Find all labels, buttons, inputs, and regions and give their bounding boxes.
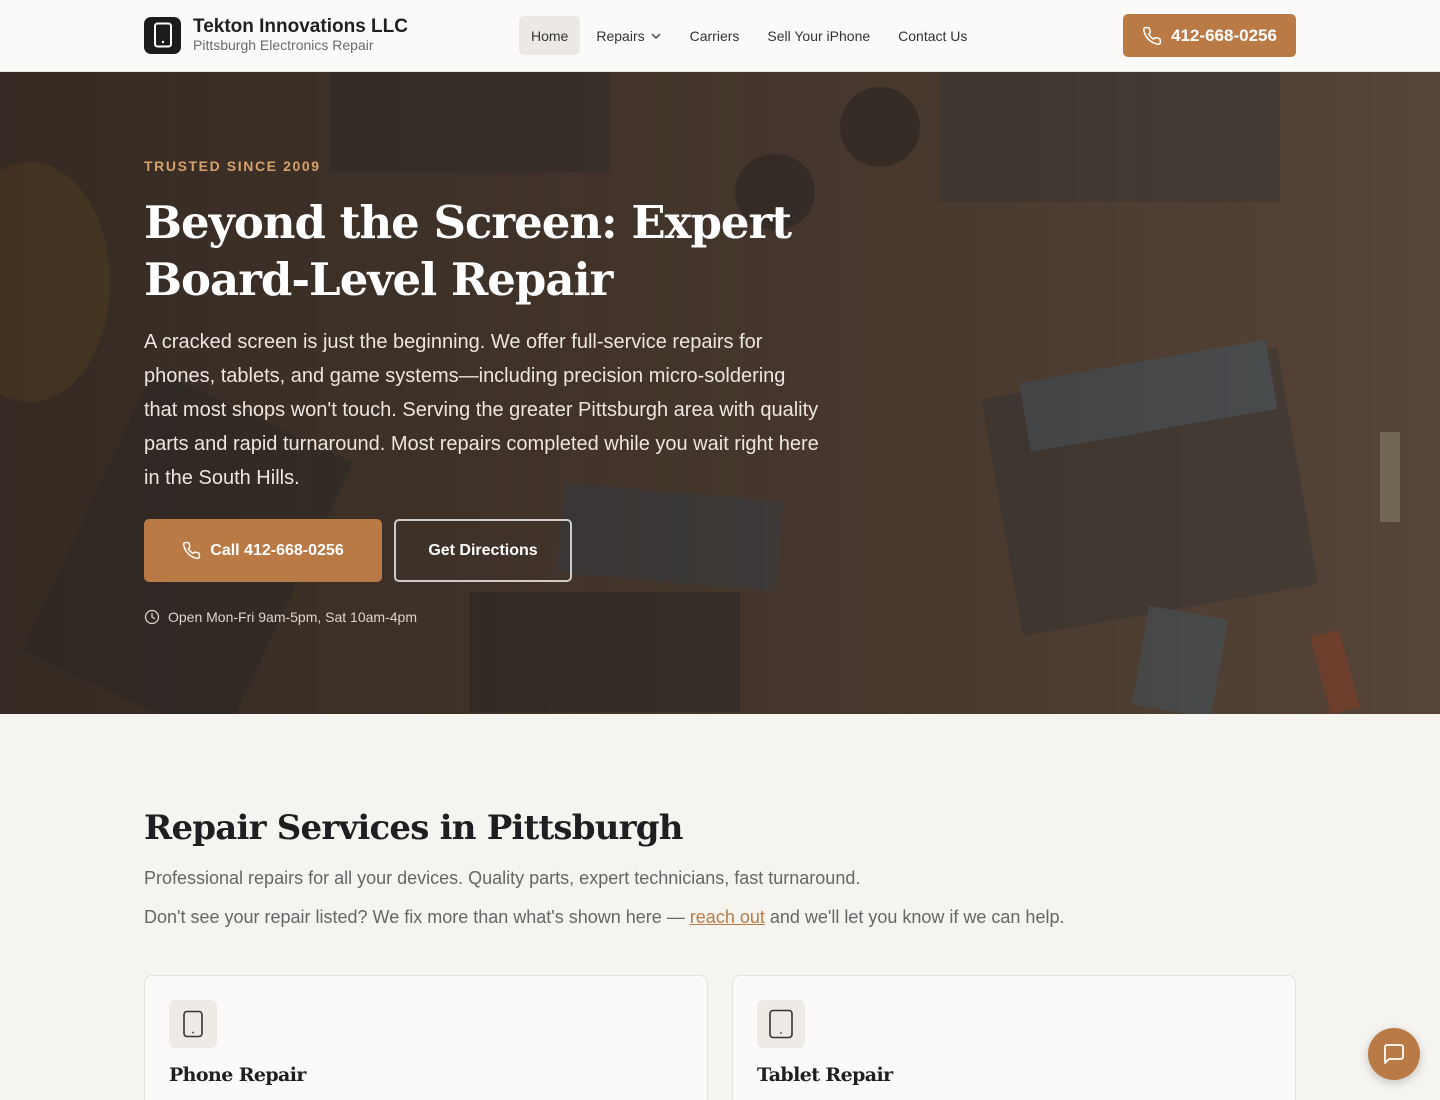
services-note: Don't see your repair listed? We fix mor… <box>144 907 1064 928</box>
reach-out-link[interactable]: reach out <box>690 907 765 927</box>
hero-eyebrow: TRUSTED SINCE 2009 <box>144 158 321 174</box>
nav-contact[interactable]: Contact Us <box>886 16 979 55</box>
hero-title: Beyond the Screen: Expert Board-Level Re… <box>144 196 792 306</box>
brand[interactable]: Tekton Innovations LLC Pittsburgh Electr… <box>144 16 408 54</box>
nav-contact-label: Contact Us <box>898 27 968 44</box>
business-hours: Open Mon-Fri 9am-5pm, Sat 10am-4pm <box>144 609 417 625</box>
service-card-phone[interactable]: Phone Repair <box>144 975 708 1100</box>
services-note-text: Don't see your repair listed? We fix mor… <box>144 907 690 927</box>
phone-icon <box>183 541 201 560</box>
nav-sell-iphone-label: Sell Your iPhone <box>767 27 871 44</box>
services-subtitle: Professional repairs for all your device… <box>144 868 861 888</box>
service-card-tablet[interactable]: Tablet Repair <box>732 975 1296 1100</box>
header-phone-label: 412-668-0256 <box>1171 25 1277 45</box>
get-directions-button[interactable]: Get Directions <box>394 519 572 582</box>
chat-button[interactable] <box>1368 1028 1420 1080</box>
service-card-title: Tablet Repair <box>757 1064 893 1086</box>
main-nav: Home Repairs Carriers Sell Your iPhone C… <box>519 16 983 55</box>
business-hours-text: Open Mon-Fri 9am-5pm, Sat 10am-4pm <box>168 609 417 625</box>
services-title: Repair Services in Pittsburgh <box>144 808 683 848</box>
chat-icon <box>1384 1044 1404 1064</box>
nav-carriers[interactable]: Carriers <box>678 16 752 55</box>
clock-icon <box>144 609 160 625</box>
nav-home-label: Home <box>531 27 569 44</box>
nav-home[interactable]: Home <box>519 16 581 55</box>
nav-carriers-label: Carriers <box>689 27 740 44</box>
service-card-title: Phone Repair <box>169 1064 306 1086</box>
smartphone-icon <box>144 16 181 54</box>
hero-description: A cracked screen is just the beginning. … <box>144 331 819 489</box>
site-header: Tekton Innovations LLC Pittsburgh Electr… <box>0 0 1440 72</box>
call-button-label: Call 412-668-0256 <box>210 541 344 559</box>
chevron-down-icon <box>651 33 660 39</box>
call-button[interactable]: Call 412-668-0256 <box>144 519 382 582</box>
services-note-text-end: and we'll let you know if we can help. <box>764 907 1065 927</box>
nav-sell-iphone[interactable]: Sell Your iPhone <box>755 16 882 55</box>
phone-device-icon <box>169 1000 217 1048</box>
phone-icon <box>1143 26 1162 45</box>
nav-repairs[interactable]: Repairs <box>584 16 673 55</box>
nav-repairs-label: Repairs <box>596 27 645 44</box>
tablet-device-icon <box>757 1000 805 1048</box>
brand-name: Tekton Innovations LLC <box>193 16 408 37</box>
get-directions-label: Get Directions <box>428 541 538 559</box>
brand-tagline: Pittsburgh Electronics Repair <box>193 37 374 53</box>
header-phone-button[interactable]: 412-668-0256 <box>1123 14 1296 57</box>
hero: TRUSTED SINCE 2009 Beyond the Screen: Ex… <box>0 72 1440 714</box>
